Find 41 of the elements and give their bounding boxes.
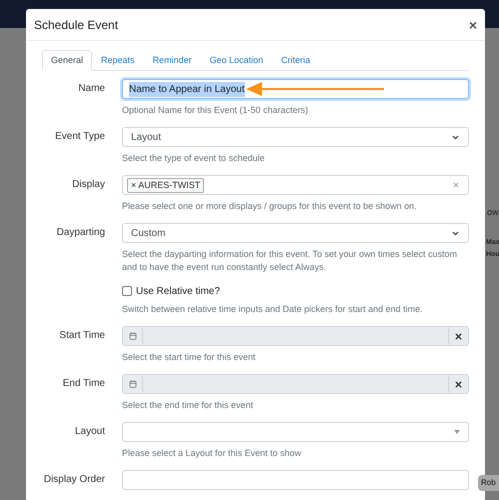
tab[interactable]: Criteria — [272, 50, 320, 71]
caret-down-icon — [454, 430, 460, 434]
help-text: Optional Name for this Event (1-50 characters) — [122, 104, 310, 117]
dialog-title: Schedule Event — [34, 16, 118, 34]
field-label: Dayparting — [56, 226, 105, 240]
field-label: Layout — [74, 425, 105, 439]
field-label: Display — [72, 178, 105, 192]
tab[interactable]: Repeats — [92, 50, 144, 71]
clear-icon[interactable] — [454, 380, 463, 388]
tab[interactable]: Reminder — [144, 50, 201, 71]
help-text: Select the end time for this event — [122, 399, 254, 412]
tab[interactable]: General — [42, 50, 92, 71]
background-text: ow — [487, 206, 499, 219]
date-time-field[interactable] — [122, 326, 469, 346]
field-label: Start Time — [59, 329, 105, 343]
close-button[interactable]: × — [468, 18, 477, 32]
select-field[interactable]: Custom — [122, 223, 469, 243]
help-text: Please select a Layout for this Event to show — [122, 447, 302, 460]
tab[interactable]: Geo Location — [200, 50, 272, 71]
checkbox[interactable] — [122, 286, 132, 296]
text-field[interactable]: Name to Appear in Layout — [122, 79, 469, 99]
field-label: Event Type — [55, 130, 105, 144]
select-field[interactable]: Layout — [122, 127, 469, 147]
checkbox-label: Use Relative time? — [136, 284, 220, 298]
date-time-field[interactable] — [122, 374, 469, 394]
field-label: Name — [78, 82, 105, 96]
help-text: Select the start time for this event — [122, 351, 257, 364]
help-text: Select the type of event to schedule — [122, 152, 266, 165]
tooltip: Rob — [478, 475, 499, 491]
help-text: Select the dayparting information for this event. To set your own times select custom and to have the event run constantly select Always. — [122, 248, 458, 274]
field-label: End Time — [62, 377, 105, 391]
help-text: Please select one or more displays / groups for this event to be shown on. — [122, 200, 418, 213]
multi-select-field[interactable]: × AURES-TWIST — [122, 175, 469, 195]
help-text: Switch between relative time inputs and Date pickers for start and end time. — [122, 303, 424, 316]
clear-icon[interactable] — [454, 332, 463, 340]
display-tag[interactable]: × AURES-TWIST — [127, 178, 204, 192]
text-field[interactable] — [122, 470, 469, 490]
select-field[interactable] — [122, 422, 469, 442]
field-label: Display Order — [44, 473, 105, 487]
calendar-icon[interactable] — [128, 332, 136, 340]
calendar-icon[interactable] — [128, 380, 136, 388]
